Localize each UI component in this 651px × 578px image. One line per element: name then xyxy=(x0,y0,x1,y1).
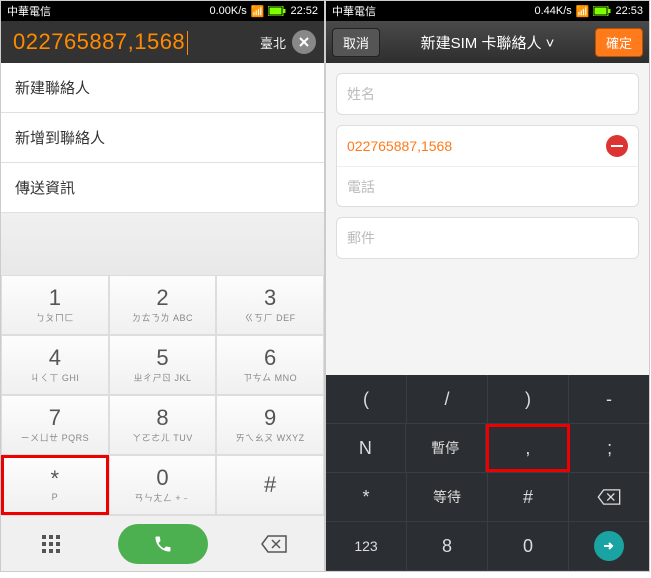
kb-123[interactable]: 123 xyxy=(326,522,407,570)
call-button[interactable] xyxy=(102,516,223,571)
cancel-button[interactable]: 取消 xyxy=(332,28,380,57)
network-speed: 0.44K/s xyxy=(534,5,571,17)
keypad-toggle-button[interactable] xyxy=(1,516,102,571)
status-bar: 中華電信 0.00K/s 📶 22:52 xyxy=(1,1,324,21)
status-bar: 中華電信 0.44K/s 📶 22:53 xyxy=(326,1,649,21)
kb-n[interactable]: N xyxy=(326,424,406,472)
kb-semicolon[interactable]: ; xyxy=(570,424,649,472)
network-speed: 0.00K/s xyxy=(209,5,246,17)
kb-hash[interactable]: # xyxy=(488,473,569,521)
keypad: 1ㄅㄆㄇㄈ 2ㄉㄊㄋㄌ ABC 3ㄍㄎㄏ DEF 4ㄐㄑㄒ GHI 5ㄓㄔㄕㄖ … xyxy=(1,275,324,515)
carrier-label: 中華電信 xyxy=(7,3,51,19)
menu-new-contact[interactable]: 新建聯絡人 xyxy=(1,63,324,113)
phone-value: 022765887,1568 xyxy=(347,138,452,154)
key-5[interactable]: 5ㄓㄔㄕㄖ JKL xyxy=(109,335,217,395)
key-3[interactable]: 3ㄍㄎㄏ DEF xyxy=(216,275,324,335)
menu-send-info[interactable]: 傳送資訊 xyxy=(1,163,324,213)
keypad-icon xyxy=(40,533,62,555)
key-9[interactable]: 9ㄞㄟㄠㄡ WXYZ xyxy=(216,395,324,455)
key-2[interactable]: 2ㄉㄊㄋㄌ ABC xyxy=(109,275,217,335)
backspace-button[interactable] xyxy=(223,516,324,571)
remove-phone-button[interactable] xyxy=(606,135,628,157)
confirm-button[interactable]: 確定 xyxy=(595,28,643,57)
kb-wait[interactable]: 等待 xyxy=(407,473,488,521)
bottom-bar xyxy=(1,515,324,571)
kb-slash[interactable]: / xyxy=(407,375,488,423)
clear-button[interactable] xyxy=(292,30,316,54)
key-7[interactable]: 7ㄧㄨㄩㄝ PQRS xyxy=(1,395,109,455)
key-0[interactable]: 0ㄢㄣㄤㄥ +﹣ xyxy=(109,455,217,515)
symbol-keyboard: ( / ) - N 暫停 , ; * 等待 # 123 8 0 xyxy=(326,375,649,571)
clock-label: 22:53 xyxy=(615,5,643,17)
kb-lparen[interactable]: ( xyxy=(326,375,407,423)
key-8[interactable]: 8ㄚㄛㄜㄦ TUV xyxy=(109,395,217,455)
kb-pause[interactable]: 暫停 xyxy=(406,424,486,472)
action-menu: 新建聯絡人 新增到聯絡人 傳送資訊 xyxy=(1,63,324,213)
kb-comma[interactable]: , xyxy=(486,424,571,472)
spacer xyxy=(1,213,324,275)
key-star[interactable]: *P xyxy=(1,455,109,515)
carrier-label: 中華電信 xyxy=(332,3,376,19)
dialed-number: 022765887,1568 xyxy=(13,29,260,55)
key-6[interactable]: 6ㄗㄘㄙ MNO xyxy=(216,335,324,395)
kb-go[interactable] xyxy=(569,522,649,570)
backspace-icon xyxy=(597,489,621,505)
kb-8[interactable]: 8 xyxy=(407,522,488,570)
key-1[interactable]: 1ㄅㄆㄇㄈ xyxy=(1,275,109,335)
dialer-screen: 中華電信 0.00K/s 📶 22:52 022765887,1568 臺北 新… xyxy=(0,0,325,572)
name-field[interactable]: 姓名 xyxy=(337,74,638,114)
key-4[interactable]: 4ㄐㄑㄒ GHI xyxy=(1,335,109,395)
clock-label: 22:52 xyxy=(290,5,318,17)
kb-rparen[interactable]: ) xyxy=(488,375,569,423)
kb-star[interactable]: * xyxy=(326,473,407,521)
signal-icon: 📶 xyxy=(251,5,265,18)
dial-header: 022765887,1568 臺北 xyxy=(1,21,324,63)
phone-field[interactable]: 022765887,1568 xyxy=(337,126,638,166)
battery-icon xyxy=(268,6,286,16)
phone-placeholder-field[interactable]: 電話 xyxy=(337,166,638,206)
nav-bar: 取消 新建SIM 卡聯絡人 ˅ 確定 xyxy=(326,21,649,63)
phone-icon xyxy=(153,534,173,554)
kb-0[interactable]: 0 xyxy=(488,522,569,570)
new-contact-screen: 中華電信 0.44K/s 📶 22:53 取消 新建SIM 卡聯絡人 ˅ 確定 … xyxy=(325,0,650,572)
nav-title[interactable]: 新建SIM 卡聯絡人 ˅ xyxy=(386,32,589,53)
key-hash[interactable]: # xyxy=(216,455,324,515)
signal-icon: 📶 xyxy=(576,5,590,18)
kb-minus[interactable]: - xyxy=(569,375,649,423)
go-icon xyxy=(594,531,624,561)
email-field[interactable]: 郵件 xyxy=(337,218,638,258)
region-label: 臺北 xyxy=(260,33,286,52)
kb-backspace[interactable] xyxy=(569,473,649,521)
backspace-icon xyxy=(261,535,287,553)
contact-form: 姓名 022765887,1568 電話 郵件 xyxy=(326,63,649,375)
battery-icon xyxy=(593,6,611,16)
menu-add-to-contact[interactable]: 新增到聯絡人 xyxy=(1,113,324,163)
